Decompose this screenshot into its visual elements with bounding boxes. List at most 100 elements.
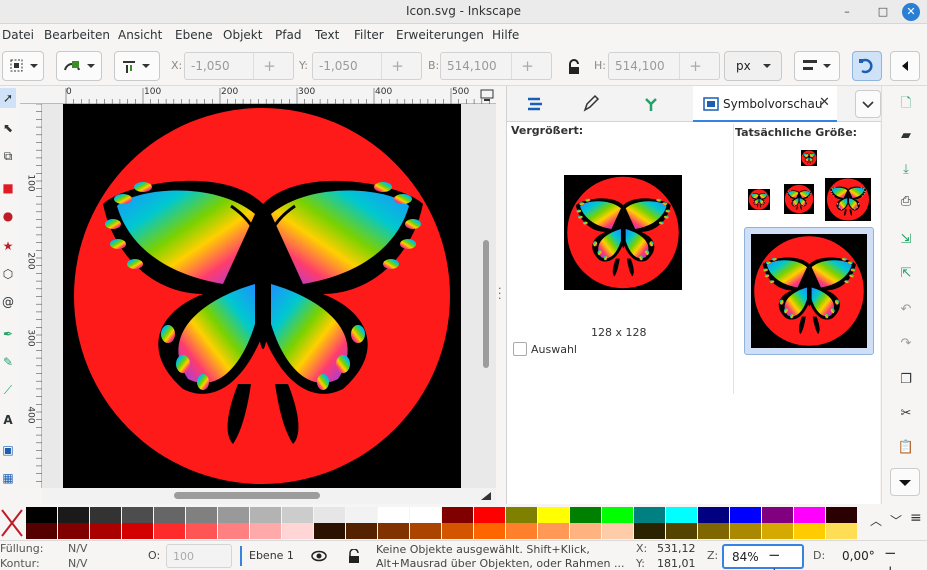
- layer-lock-icon[interactable]: [347, 549, 361, 563]
- color-swatch[interactable]: [698, 523, 729, 539]
- menu-datei[interactable]: Datei: [2, 28, 34, 42]
- palette-scroll-up-icon[interactable]: ︿: [870, 512, 882, 529]
- color-swatch[interactable]: [26, 507, 57, 523]
- color-swatch[interactable]: [250, 507, 281, 523]
- maximize-button[interactable]: □: [874, 3, 892, 21]
- preview-128-selected[interactable]: [744, 227, 874, 355]
- color-swatch[interactable]: [58, 523, 89, 539]
- color-swatch[interactable]: [26, 523, 57, 539]
- color-swatch[interactable]: [122, 523, 153, 539]
- horizontal-scrollbar[interactable]: [42, 488, 496, 504]
- color-swatch[interactable]: [442, 523, 473, 539]
- color-swatch[interactable]: [698, 507, 729, 523]
- zoom-field[interactable]: 84% −+: [722, 544, 804, 570]
- color-swatch[interactable]: [826, 523, 857, 539]
- color-swatch[interactable]: [666, 523, 697, 539]
- behavior-dropdown[interactable]: [794, 51, 840, 81]
- color-swatch[interactable]: [218, 523, 249, 539]
- copy-icon[interactable]: ❐: [896, 370, 916, 390]
- color-swatch[interactable]: [90, 507, 121, 523]
- menu-bearbeiten[interactable]: Bearbeiten: [44, 28, 110, 42]
- open-folder-icon[interactable]: ▰: [896, 126, 916, 146]
- palette-scroll-down-icon[interactable]: ﹀: [890, 512, 902, 529]
- redo-icon[interactable]: ↷: [896, 334, 916, 354]
- color-swatch[interactable]: [58, 507, 89, 523]
- transform-dropdown[interactable]: [56, 51, 102, 81]
- color-swatch[interactable]: [154, 507, 185, 523]
- document-page[interactable]: [63, 104, 461, 488]
- zoom-stepper[interactable]: −+: [768, 546, 802, 570]
- menu-pfad[interactable]: Pfad: [275, 28, 301, 42]
- lock-ratio-icon[interactable]: [566, 59, 582, 75]
- corner-arrow-icon[interactable]: [480, 491, 492, 501]
- pencil-tool-icon[interactable]: ✎: [0, 352, 16, 372]
- opacity-field[interactable]: 100: [166, 544, 232, 568]
- snap-toggle-button[interactable]: [852, 51, 882, 81]
- palette-menu-icon[interactable]: ≡: [910, 510, 922, 526]
- menu-ebene[interactable]: Ebene: [175, 28, 213, 42]
- node-tool-icon[interactable]: ⬉: [0, 118, 16, 138]
- close-window-button[interactable]: ✕: [902, 3, 920, 21]
- dock-resize-handle[interactable]: · · ·: [498, 283, 504, 304]
- gradient-tool-icon[interactable]: ▣: [0, 440, 16, 460]
- height-field[interactable]: 514,100 +: [608, 52, 720, 80]
- color-swatch[interactable]: [538, 507, 569, 523]
- color-swatch[interactable]: [794, 507, 825, 523]
- menu-filter[interactable]: Filter: [354, 28, 384, 42]
- rotation-stepper[interactable]: −+: [884, 544, 922, 570]
- color-swatch[interactable]: [570, 523, 601, 539]
- fill-value[interactable]: N/V: [68, 542, 87, 555]
- tab-symbolvorschau[interactable]: Symbolvorschau ✕: [693, 86, 837, 122]
- color-swatch[interactable]: [474, 507, 505, 523]
- color-swatch[interactable]: [570, 507, 601, 523]
- visibility-eye-icon[interactable]: [311, 550, 327, 562]
- horizontal-ruler[interactable]: 0 100 200 300 400 500: [20, 86, 496, 104]
- minimize-button[interactable]: –: [838, 3, 856, 21]
- vertical-scrollbar[interactable]: [478, 104, 494, 488]
- spiral-tool-icon[interactable]: @: [0, 292, 16, 312]
- canvas[interactable]: [42, 104, 496, 488]
- rectangle-tool-icon[interactable]: ■: [0, 178, 16, 198]
- color-swatch[interactable]: [90, 523, 121, 539]
- color-swatch[interactable]: [442, 507, 473, 523]
- save-icon[interactable]: ⤓: [896, 160, 916, 180]
- x-field[interactable]: -1,050 +: [184, 52, 294, 80]
- text-tool-icon[interactable]: A: [0, 410, 16, 430]
- color-swatch[interactable]: [186, 507, 217, 523]
- star-tool-icon[interactable]: ★: [0, 236, 16, 256]
- height-stepper[interactable]: +: [679, 53, 719, 79]
- box3d-tool-icon[interactable]: ⬡: [0, 264, 16, 284]
- tweak-tool-icon[interactable]: ⧉: [0, 146, 16, 166]
- color-swatch[interactable]: [602, 507, 633, 523]
- select-all-dropdown[interactable]: [2, 51, 44, 81]
- pen-tool-icon[interactable]: ✒: [0, 324, 16, 344]
- snap-popover-button[interactable]: [890, 51, 920, 81]
- menu-ansicht[interactable]: Ansicht: [118, 28, 162, 42]
- color-swatch[interactable]: [122, 507, 153, 523]
- color-swatch[interactable]: [730, 523, 761, 539]
- undo-icon[interactable]: ↶: [896, 300, 916, 320]
- color-swatch[interactable]: [378, 523, 409, 539]
- color-swatch[interactable]: [314, 523, 345, 539]
- tab-layers[interactable]: [513, 86, 557, 122]
- x-stepper[interactable]: +: [253, 53, 293, 79]
- color-swatch[interactable]: [730, 507, 761, 523]
- selection-checkbox[interactable]: [513, 342, 527, 356]
- display-mode-icon[interactable]: [480, 89, 494, 101]
- color-swatch[interactable]: [346, 507, 377, 523]
- color-swatch[interactable]: [218, 507, 249, 523]
- color-swatch[interactable]: [186, 523, 217, 539]
- cut-icon[interactable]: ✂: [896, 404, 916, 424]
- tab-fill-stroke[interactable]: [569, 86, 613, 122]
- mesh-tool-icon[interactable]: ▦: [0, 468, 16, 488]
- horizontal-scroll-thumb[interactable]: [174, 492, 320, 499]
- align-dropdown[interactable]: [114, 51, 160, 81]
- color-swatch[interactable]: [282, 507, 313, 523]
- current-layer[interactable]: Ebene 1: [249, 549, 294, 562]
- color-swatch[interactable]: [762, 507, 793, 523]
- color-swatch[interactable]: [634, 523, 665, 539]
- color-swatch[interactable]: [666, 507, 697, 523]
- calligraphy-tool-icon[interactable]: ⟋: [0, 380, 16, 400]
- y-stepper[interactable]: +: [381, 53, 421, 79]
- no-paint-icon[interactable]: [0, 506, 24, 540]
